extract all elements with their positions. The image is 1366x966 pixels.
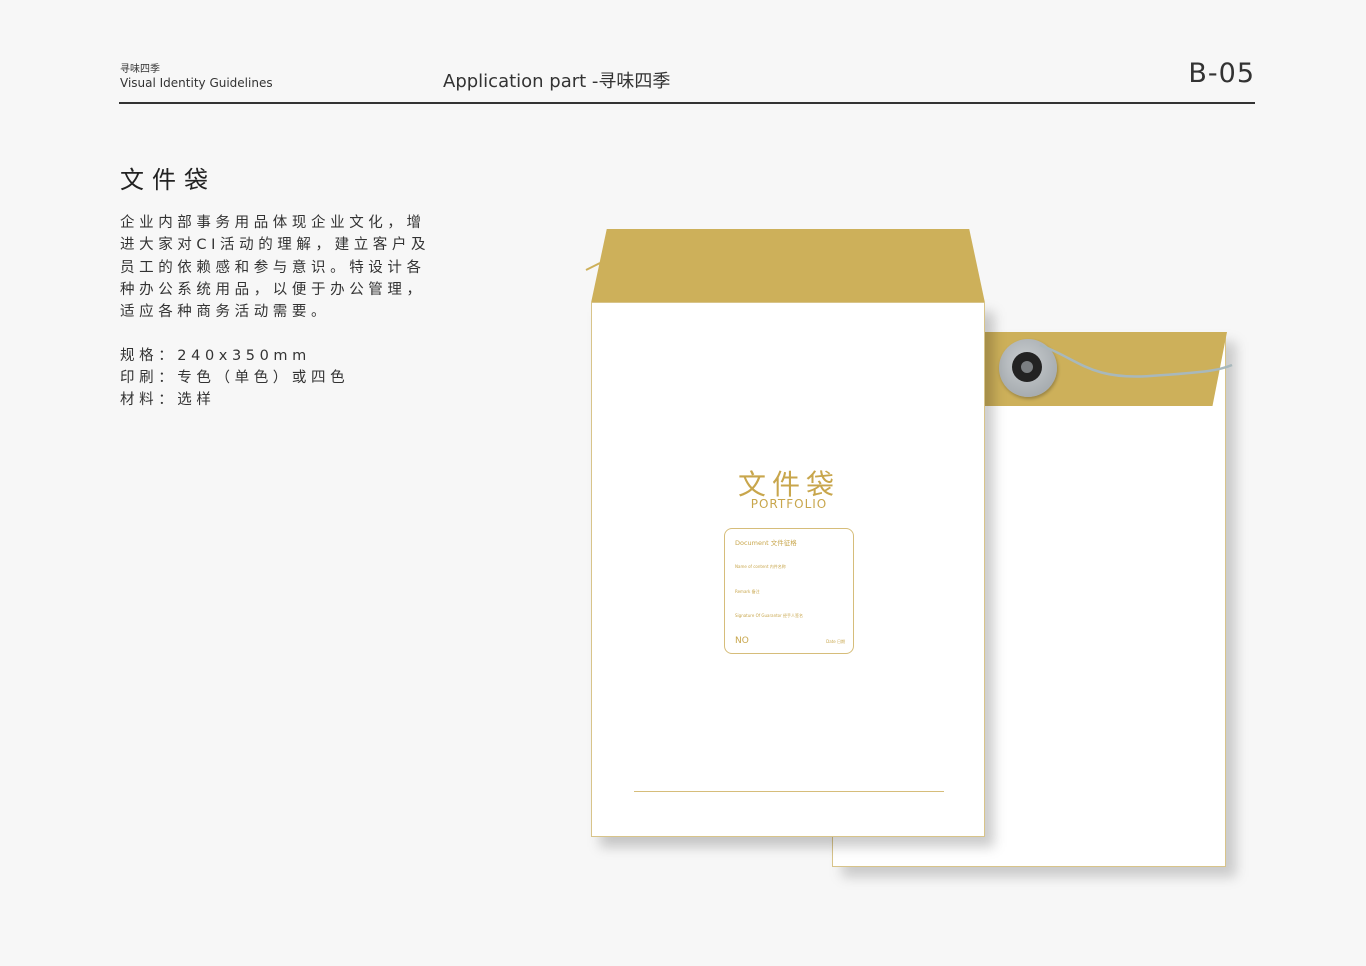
- header-divider: [119, 102, 1255, 104]
- brand-name-cn: 寻味四季: [120, 64, 160, 75]
- label-no: NO: [735, 636, 749, 646]
- front-envelope-flap: [591, 229, 985, 303]
- envelope-bottom-line: [634, 791, 944, 792]
- envelope-label-box: Document 文件征格 Name of content 内件名称 Remar…: [724, 528, 854, 654]
- spec-printing: 印刷：专色（单色）或四色: [120, 370, 350, 386]
- label-document: Document 文件征格: [735, 539, 797, 547]
- envelope-title-en: PORTFOLIO: [750, 497, 828, 511]
- label-name: Name of content 内件名称: [735, 564, 786, 569]
- spec-material: 材料：选样: [120, 392, 216, 408]
- label-remark: Remark 备注: [735, 589, 760, 594]
- spec-size: 规格：240x350mm: [120, 348, 311, 364]
- section-heading: Application part -寻味四季: [443, 71, 671, 92]
- specs-list: 规格：240x350mm 印刷：专色（单色）或四色 材料：选样: [120, 345, 349, 411]
- description-text: 企业内部事务用品体现企业文化，增进大家对CI活动的理解，建立客户及员工的依赖感和…: [120, 215, 431, 321]
- header-brand: 寻味四季 Visual Identity Guidelines: [120, 63, 273, 91]
- front-envelope: 文件袋 PORTFOLIO Document 文件征格 Name of cont…: [591, 302, 985, 837]
- label-signature: Signature Of Guarantor 经手人签名: [735, 613, 804, 618]
- label-date: Date 日期: [826, 639, 845, 644]
- page-code: B-05: [1188, 58, 1255, 89]
- page-title: 文件袋: [120, 166, 216, 194]
- grommet-button-icon: [999, 339, 1057, 397]
- brand-subtitle: Visual Identity Guidelines: [120, 76, 273, 90]
